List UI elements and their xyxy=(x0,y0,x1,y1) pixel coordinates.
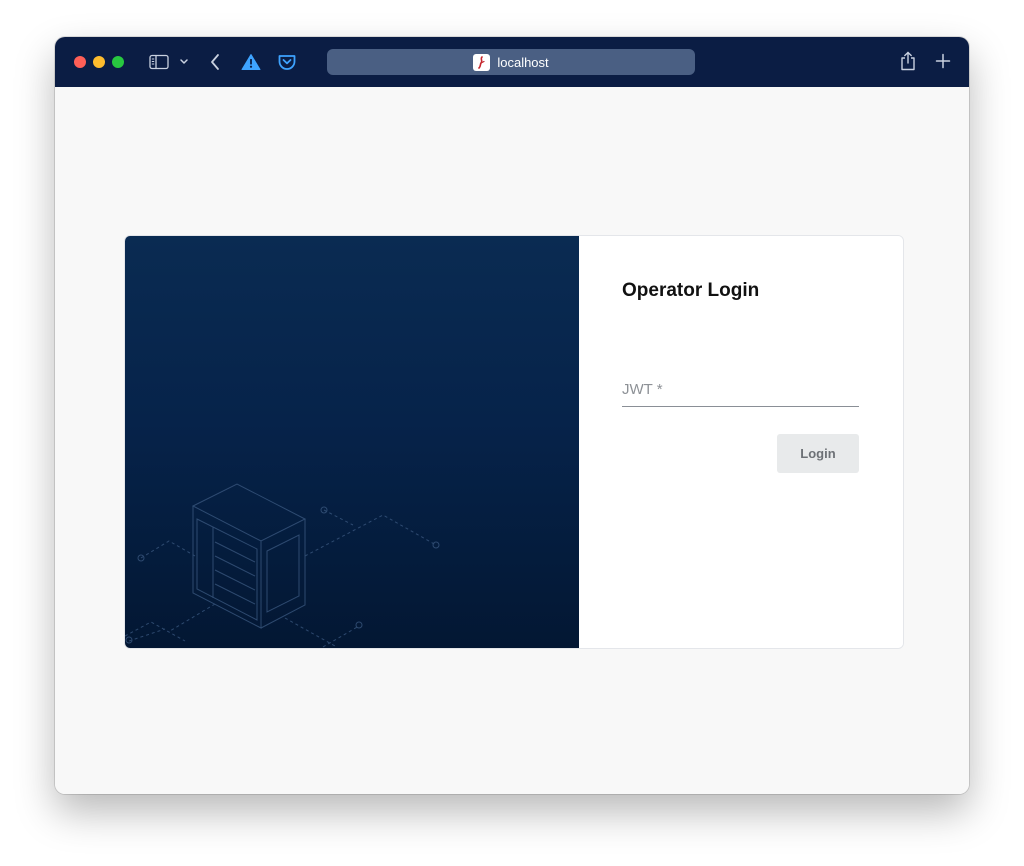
login-illustration-panel xyxy=(125,236,579,648)
login-form: Operator Login JWT * Login xyxy=(579,236,903,648)
login-button[interactable]: Login xyxy=(777,434,859,473)
address-bar[interactable]: localhost xyxy=(327,49,695,75)
back-arrow-icon[interactable] xyxy=(209,53,221,71)
sidebar-toggle-icon[interactable] xyxy=(149,54,169,70)
new-tab-icon[interactable] xyxy=(935,53,951,69)
browser-window: localhost Operator Login JWT * Login xyxy=(55,37,969,794)
zoom-window-button[interactable] xyxy=(112,56,124,68)
pocket-icon[interactable] xyxy=(277,52,297,72)
page-content: Operator Login JWT * Login xyxy=(55,87,969,794)
login-card: Operator Login JWT * Login xyxy=(124,235,904,649)
chevron-down-icon[interactable] xyxy=(179,58,189,66)
close-window-button[interactable] xyxy=(74,56,86,68)
warning-icon[interactable] xyxy=(241,53,261,71)
share-icon[interactable] xyxy=(900,51,916,71)
jwt-input[interactable] xyxy=(622,376,863,408)
server-network-illustration xyxy=(125,483,440,648)
page-title: Operator Login xyxy=(622,280,760,301)
minimize-window-button[interactable] xyxy=(93,56,105,68)
browser-toolbar: localhost xyxy=(55,37,969,87)
address-text: localhost xyxy=(497,54,549,70)
site-favicon-icon xyxy=(473,53,491,71)
jwt-field[interactable]: JWT * xyxy=(622,376,863,408)
